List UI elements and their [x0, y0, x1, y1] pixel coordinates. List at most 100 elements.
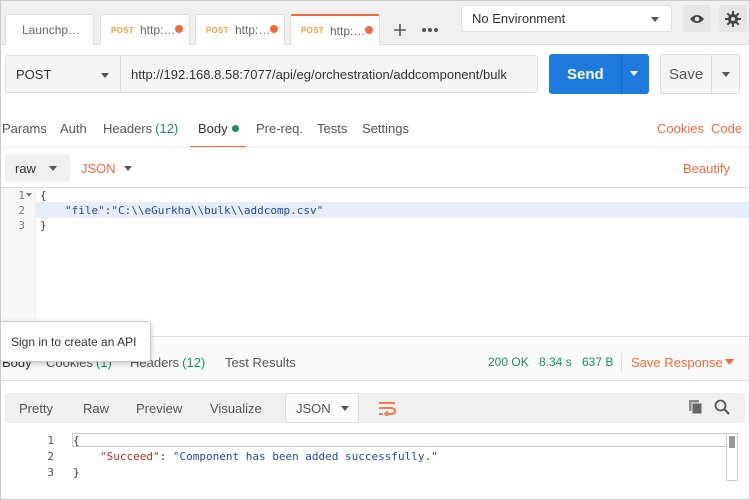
unsaved-dot-icon	[270, 25, 278, 33]
method-select[interactable]: POST	[5, 55, 120, 93]
more-tabs-button[interactable]	[416, 14, 444, 45]
line-number: 1	[47, 434, 54, 447]
sign-in-tooltip: Sign in to create an API	[0, 321, 151, 362]
body-mode-select[interactable]: raw	[5, 154, 70, 182]
view-raw-button[interactable]: Raw	[83, 393, 109, 423]
headers-count-badge: (12)	[155, 120, 179, 136]
view-pretty-button[interactable]: Pretty	[19, 393, 53, 423]
tab-label: Headers	[103, 120, 153, 136]
response-status[interactable]: 200 OK	[488, 343, 529, 381]
new-tab-button[interactable]	[386, 14, 414, 45]
environment-label: No Environment	[472, 11, 566, 26]
tab-label: Auth	[60, 120, 87, 136]
tab-request-2[interactable]: POST http:…	[195, 14, 285, 45]
chevron-down-icon	[630, 71, 638, 76]
tab-label: Pre-req.	[256, 120, 303, 136]
format-label: JSON	[296, 400, 331, 416]
link-label: Code	[711, 120, 743, 136]
body-active-dot-icon	[231, 124, 239, 132]
tab-label: http:…	[139, 23, 176, 37]
tab-headers[interactable]: Headers (12)	[103, 108, 178, 148]
tab-params[interactable]: Params	[2, 108, 47, 148]
code-line-1: {	[40, 189, 47, 202]
chevron-down-icon	[341, 406, 349, 411]
tab-request-3[interactable]: POST http:…	[290, 14, 380, 45]
url-input[interactable]	[120, 55, 538, 93]
chevron-down-icon	[49, 166, 57, 171]
json-key: "Succeed"	[100, 450, 160, 463]
more-dots-icon	[422, 27, 438, 32]
view-preview-button[interactable]: Preview	[136, 393, 182, 423]
divider	[621, 353, 622, 371]
tab-label: http:…	[234, 23, 271, 37]
request-config-tabs: Params Auth Headers (12) Body Pre-req. T…	[0, 108, 750, 148]
save-button[interactable]: Save	[660, 54, 740, 94]
unsaved-dot-icon	[175, 25, 183, 33]
response-line-3: }	[73, 466, 80, 479]
copy-icon[interactable]	[688, 399, 704, 415]
code-line-3: }	[40, 219, 47, 232]
button-label: Pretty	[19, 400, 53, 416]
response-line-2: "Succeed": "Component has been added suc…	[100, 449, 438, 465]
json-colon: :	[159, 450, 173, 463]
chevron-down-icon	[722, 72, 730, 77]
chevron-down-icon	[101, 73, 109, 78]
environment-quick-look-button[interactable]	[683, 5, 711, 32]
save-response-button[interactable]: Save Response	[631, 343, 723, 381]
request-tab-bar: Launchp… POST http:… POST http:… POST ht…	[0, 0, 750, 45]
wrap-lines-button[interactable]	[372, 393, 402, 423]
tab-settings[interactable]: Settings	[362, 108, 409, 148]
tab-request-1[interactable]: POST http:…	[100, 14, 190, 45]
response-body-viewer[interactable]: 1 2 3 { "Succeed": "Component has been a…	[0, 430, 750, 490]
manage-environments-button[interactable]	[719, 5, 747, 32]
line-number: 3	[47, 466, 54, 479]
tab-auth[interactable]: Auth	[60, 108, 87, 148]
tab-label: http:…	[329, 23, 366, 38]
body-language-label: JSON	[81, 160, 116, 176]
scrollbar-thumb[interactable]	[729, 436, 735, 448]
send-label: Send	[567, 65, 604, 83]
search-icon[interactable]	[714, 399, 730, 415]
cookies-link[interactable]: Cookies	[657, 108, 704, 148]
vertical-scrollbar[interactable]	[726, 433, 738, 481]
chevron-down-icon	[124, 166, 132, 171]
response-tab-test-results[interactable]: Test Results	[225, 343, 296, 381]
tab-prerequest-script[interactable]: Pre-req.	[256, 108, 303, 148]
beautify-link[interactable]: Beautify	[683, 161, 730, 176]
json-value: "C:\\eGurkha\\bulk\\addcomp.csv"	[111, 204, 324, 217]
line-number: 3	[18, 219, 25, 232]
json-value: "Component has been added successfully."	[172, 450, 438, 463]
response-time[interactable]: 8.34 s	[539, 343, 572, 381]
method-label: POST	[16, 66, 52, 82]
tab-tests[interactable]: Tests	[317, 108, 347, 148]
tab-method: POST	[111, 25, 134, 35]
tab-method: POST	[301, 26, 324, 35]
environment-select[interactable]: No Environment	[461, 5, 672, 32]
body-language-select[interactable]: JSON	[81, 154, 141, 182]
horizontal-scrollbar[interactable]	[72, 433, 738, 447]
send-button[interactable]: Send	[549, 54, 649, 94]
tab-label: Test Results	[225, 354, 296, 370]
send-split-divider	[621, 54, 622, 94]
tooltip-text: Sign in to create an API	[11, 334, 137, 349]
tab-label: Launchp…	[22, 23, 81, 37]
line-number: 2	[18, 204, 25, 217]
response-format-select[interactable]: JSON	[285, 393, 359, 423]
button-label: Preview	[136, 400, 183, 416]
link-label: Cookies	[657, 120, 704, 136]
tab-label: Params	[2, 120, 47, 136]
view-visualize-button[interactable]: Visualize	[210, 393, 262, 423]
response-size[interactable]: 637 B	[582, 343, 613, 381]
tab-body[interactable]: Body	[198, 108, 239, 148]
chevron-down-icon[interactable]	[725, 359, 734, 365]
line-number: 1	[18, 189, 25, 202]
request-body-editor[interactable]: 1 2 3 { "file":"C:\\eGurkha\\bulk\\addco…	[0, 187, 750, 338]
button-label: Visualize	[210, 400, 262, 416]
wrap-lines-icon	[379, 402, 396, 416]
chevron-down-icon	[651, 17, 659, 22]
body-mode-label: raw	[15, 160, 36, 176]
tab-launchpad[interactable]: Launchp…	[5, 14, 94, 45]
gear-icon	[725, 10, 741, 27]
fold-arrow-icon[interactable]	[26, 193, 32, 198]
code-link[interactable]: Code	[711, 108, 742, 148]
